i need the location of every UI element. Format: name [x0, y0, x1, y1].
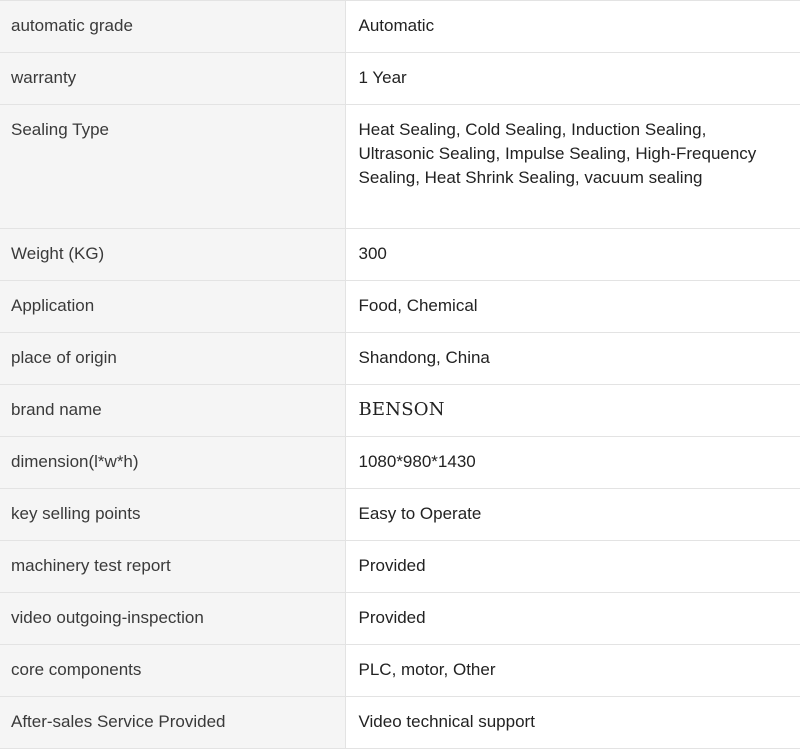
spec-value: Heat Sealing, Cold Sealing, Induction Se…: [345, 104, 800, 229]
table-row: Weight (KG) 300: [0, 228, 800, 281]
product-spec-table: automatic grade Automatic warranty 1 Yea…: [0, 0, 800, 749]
table-row: dimension(l*w*h) 1080*980*1430: [0, 436, 800, 489]
table-row: video outgoing-inspection Provided: [0, 592, 800, 645]
table-row: warranty 1 Year: [0, 52, 800, 105]
spec-value: 1080*980*1430: [345, 436, 800, 489]
spec-key: Application: [0, 280, 346, 333]
spec-value: BENSON: [345, 384, 800, 437]
spec-key: key selling points: [0, 488, 346, 541]
table-row: After-sales Service Provided Video techn…: [0, 696, 800, 749]
table-row: machinery test report Provided: [0, 540, 800, 593]
spec-value: Shandong, China: [345, 332, 800, 385]
spec-value: 1 Year: [345, 52, 800, 105]
spec-key: place of origin: [0, 332, 346, 385]
spec-value: Provided: [345, 540, 800, 593]
spec-table-body: automatic grade Automatic warranty 1 Yea…: [0, 0, 800, 749]
spec-key: automatic grade: [0, 0, 346, 53]
spec-key: core components: [0, 644, 346, 697]
spec-value: Provided: [345, 592, 800, 645]
table-row: place of origin Shandong, China: [0, 332, 800, 385]
spec-key: Sealing Type: [0, 104, 346, 229]
spec-value: Easy to Operate: [345, 488, 800, 541]
table-row: Sealing Type Heat Sealing, Cold Sealing,…: [0, 104, 800, 229]
spec-value: Video technical support: [345, 696, 800, 749]
table-row: key selling points Easy to Operate: [0, 488, 800, 541]
spec-key: Weight (KG): [0, 228, 346, 281]
spec-key: machinery test report: [0, 540, 346, 593]
table-row: automatic grade Automatic: [0, 0, 800, 53]
spec-key: After-sales Service Provided: [0, 696, 346, 749]
spec-value: 300: [345, 228, 800, 281]
table-row: brand name BENSON: [0, 384, 800, 437]
spec-value: PLC, motor, Other: [345, 644, 800, 697]
spec-key: dimension(l*w*h): [0, 436, 346, 489]
table-row: Application Food, Chemical: [0, 280, 800, 333]
spec-key: warranty: [0, 52, 346, 105]
spec-key: video outgoing-inspection: [0, 592, 346, 645]
spec-value: Automatic: [345, 0, 800, 53]
spec-value: Food, Chemical: [345, 280, 800, 333]
table-row: core components PLC, motor, Other: [0, 644, 800, 697]
spec-key: brand name: [0, 384, 346, 437]
